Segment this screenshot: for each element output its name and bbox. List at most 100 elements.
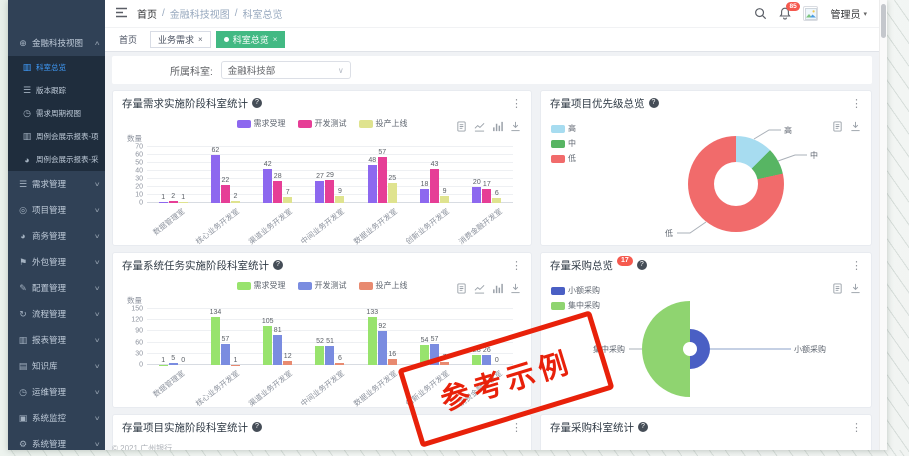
bar[interactable] [179,202,188,203]
bar[interactable] [472,355,481,366]
card-menu-button[interactable]: ⋮ [851,421,862,434]
bar[interactable] [378,331,387,365]
bar[interactable] [420,345,429,365]
bar[interactable] [440,362,449,365]
download-icon[interactable] [510,121,521,132]
data-view-icon[interactable] [456,121,467,132]
legend-item[interactable]: 投产上线 [359,118,408,129]
bar[interactable] [169,201,178,203]
vertical-scrollbar[interactable] [879,0,887,450]
sidebar-item[interactable]: ▥报表管理∨ [8,327,105,353]
bar[interactable] [263,326,272,365]
bar[interactable] [440,196,449,203]
legend-item[interactable]: 集中采购 [551,300,600,311]
legend-item[interactable]: 低 [551,153,576,164]
sidebar-item[interactable]: ☰版本跟踪 [8,79,105,102]
sidebar-item[interactable]: ◕周例会展示报表-采购 [8,148,105,171]
card-menu-button[interactable]: ⋮ [511,259,522,272]
bar[interactable] [211,155,220,203]
sidebar-item[interactable]: ↻流程管理∨ [8,301,105,327]
bar[interactable] [492,198,501,203]
bar[interactable] [263,169,272,203]
bar[interactable] [368,317,377,365]
tab[interactable]: 科室总览× [216,31,286,48]
sidebar-item[interactable]: ⚑外包管理∨ [8,249,105,275]
bar[interactable] [315,346,324,365]
bar[interactable] [211,317,220,365]
data-view-icon[interactable] [832,283,843,294]
legend-item[interactable]: 需求受理 [237,118,286,129]
bar[interactable] [482,189,491,203]
legend-item[interactable]: 投产上线 [359,280,408,291]
bar[interactable] [420,189,429,203]
card-menu-button[interactable]: ⋮ [851,259,862,272]
card-menu-button[interactable]: ⋮ [851,97,862,110]
help-icon[interactable]: ? [637,260,647,270]
bar[interactable] [368,165,377,203]
sidebar-item[interactable]: ◎项目管理∨ [8,197,105,223]
bar-chart-icon[interactable] [492,121,503,132]
bar[interactable] [472,187,481,203]
sidebar-item[interactable]: ⊕金融科技视图∧ [8,30,105,56]
sidebar-item[interactable]: ▣系统监控∨ [8,405,105,431]
legend-item[interactable]: 需求受理 [237,280,286,291]
line-chart-icon[interactable] [474,121,485,132]
sidebar-item[interactable]: ▥周例会展示报表-项目 [8,125,105,148]
bar[interactable] [231,201,240,203]
tab-close-icon[interactable]: × [273,35,278,44]
sidebar-item[interactable]: ◕商务管理∨ [8,223,105,249]
donut-chart[interactable] [688,136,784,232]
bar[interactable] [159,202,168,203]
download-icon[interactable] [850,283,861,294]
bar[interactable] [325,180,334,203]
bar[interactable] [335,363,344,365]
bar[interactable] [430,169,439,203]
legend-item[interactable]: 开发测试 [298,280,347,291]
bar[interactable] [388,359,397,365]
sidebar-item[interactable]: ⚙系统管理∨ [8,431,105,450]
help-icon[interactable]: ? [273,260,283,270]
card-menu-button[interactable]: ⋮ [511,97,522,110]
sidebar-collapse-icon[interactable] [115,5,128,23]
bar[interactable] [283,361,292,366]
bar[interactable] [283,197,292,203]
sidebar-item[interactable]: ▤知识库∨ [8,353,105,379]
tab[interactable]: 业务需求× [150,31,211,48]
sidebar-item[interactable]: ▥科室总览 [8,56,105,79]
bar[interactable] [169,363,178,365]
legend-item[interactable]: 高 [551,123,576,134]
sidebar-item[interactable]: ◷需求周期视图 [8,102,105,125]
bar[interactable] [378,157,387,203]
bar[interactable] [482,355,491,365]
data-view-icon[interactable] [456,283,467,294]
legend-item[interactable]: 开发测试 [298,118,347,129]
bar[interactable] [273,181,282,203]
bar[interactable] [325,346,334,365]
bar-chart-icon[interactable] [492,283,503,294]
avatar[interactable] [803,6,818,21]
bar[interactable] [273,335,282,365]
bar[interactable] [315,181,324,203]
sidebar-item[interactable]: ◷运维管理∨ [8,379,105,405]
bar[interactable] [388,183,397,203]
help-icon[interactable]: ? [649,98,659,108]
help-icon[interactable]: ? [252,422,262,432]
tab-close-icon[interactable]: × [198,35,203,44]
scrollbar-thumb[interactable] [881,4,886,38]
department-select[interactable]: 金融科技部 ∨ [221,61,351,79]
help-icon[interactable]: ? [638,422,648,432]
user-menu[interactable]: 管理员 ▾ [830,6,867,21]
sidebar-item[interactable]: ✎配置管理∨ [8,275,105,301]
card-menu-button[interactable]: ⋮ [511,421,522,434]
download-icon[interactable] [510,283,521,294]
legend-item[interactable]: 中 [551,138,576,149]
sidebar-item[interactable]: ☰需求管理∨ [8,171,105,197]
bar[interactable] [430,344,439,365]
data-view-icon[interactable] [832,121,843,132]
bar[interactable] [335,196,344,203]
tab[interactable]: 首页 [111,31,145,48]
breadcrumb-view[interactable]: 金融科技视图 [170,6,230,21]
legend-item[interactable]: 小额采购 [551,285,600,296]
bar[interactable] [221,185,230,203]
help-icon[interactable]: ? [252,98,262,108]
